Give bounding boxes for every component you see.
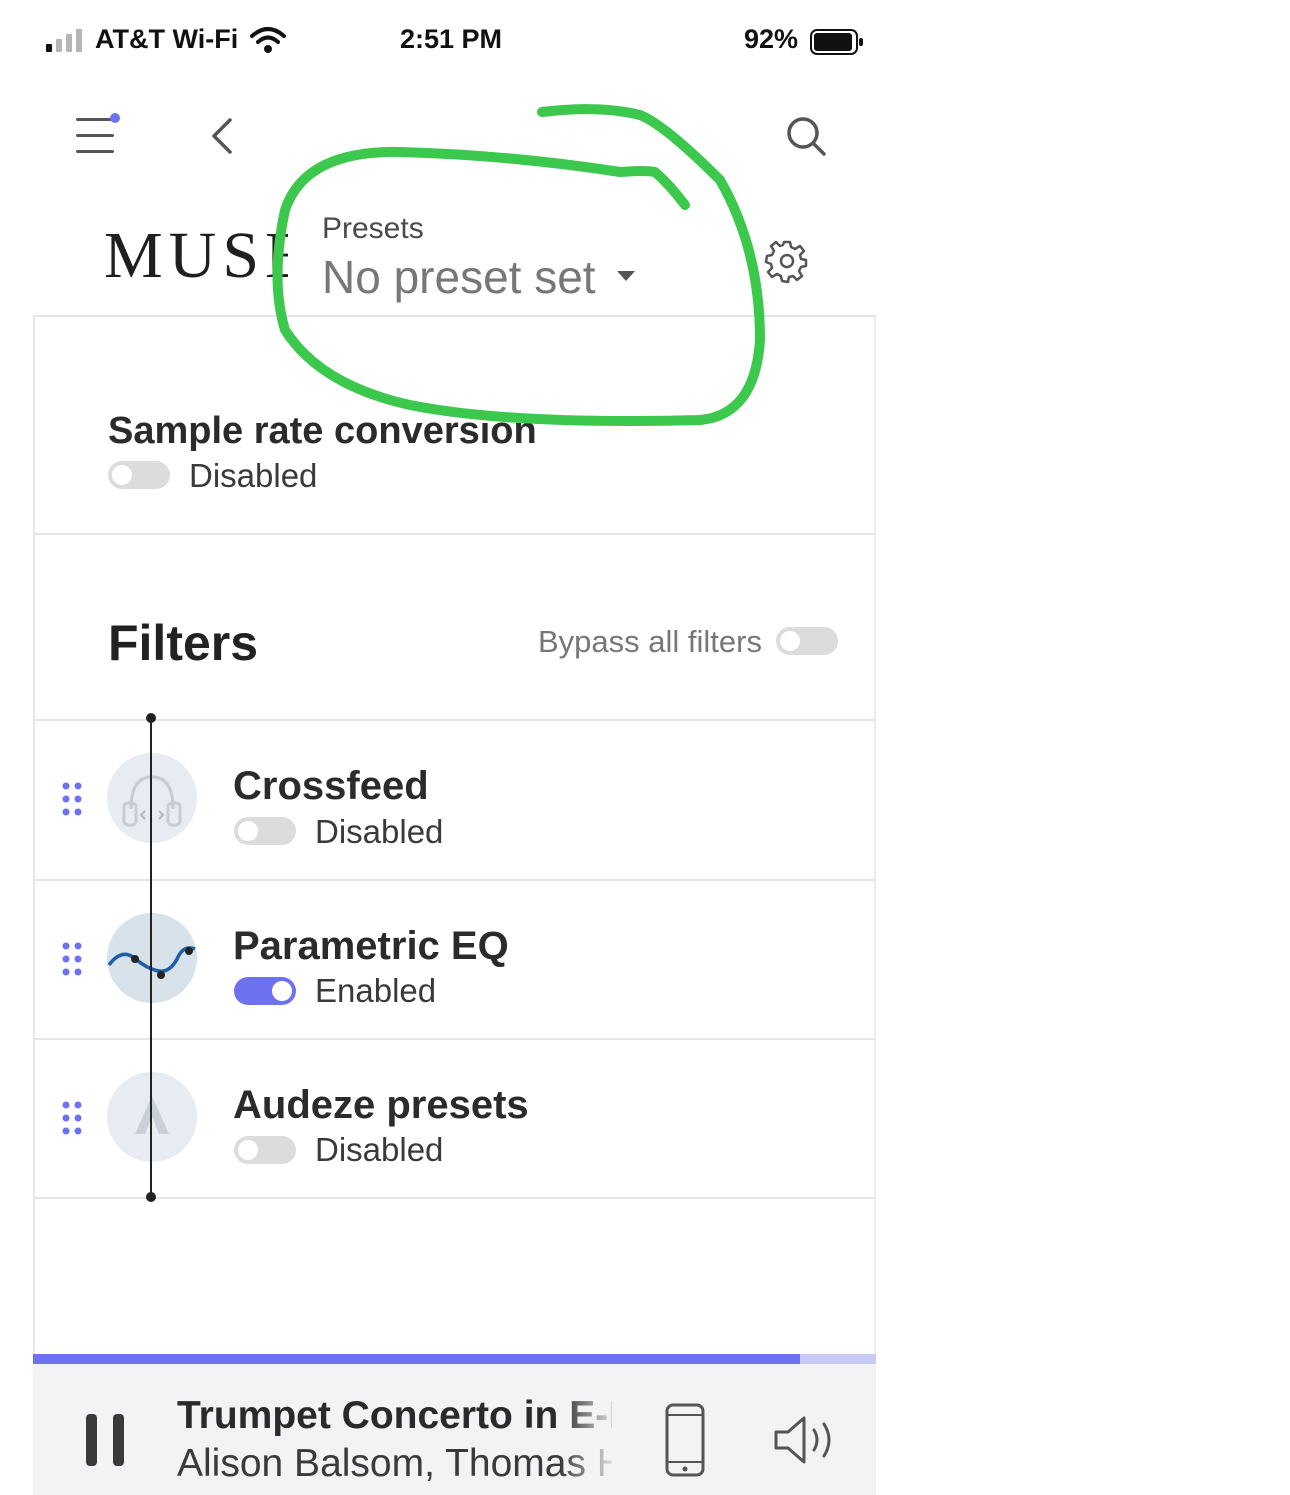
eq-curve-icon: [107, 913, 197, 1003]
volume-button[interactable]: [772, 1412, 844, 1468]
text-fade-overlay: [560, 1390, 620, 1490]
section-divider: [35, 719, 875, 721]
filter-chain-line: [150, 718, 152, 1198]
brand-logo: MUSE: [104, 219, 312, 292]
frame-edge-left: [33, 316, 35, 1356]
row-divider: [35, 879, 875, 881]
drag-handle-icon[interactable]: [62, 1101, 82, 1135]
filter-toggle[interactable]: [234, 1136, 296, 1164]
filter-name: Crossfeed: [233, 764, 429, 808]
header-divider: [33, 315, 876, 317]
chevron-left-icon: [212, 118, 232, 154]
filter-status: Disabled: [315, 1131, 444, 1168]
drag-handle-icon[interactable]: [62, 782, 82, 816]
headphones-icon: [107, 753, 197, 843]
filter-status: Enabled: [315, 972, 437, 1009]
pause-icon: [86, 1414, 124, 1466]
bypass-filters-toggle[interactable]: [776, 627, 838, 655]
section-divider: [35, 533, 875, 535]
filter-name: Parametric EQ: [233, 924, 509, 968]
caret-down-icon[interactable]: [614, 268, 638, 284]
clock: 2:51 PM: [400, 24, 503, 54]
timeline-end-dot: [146, 1192, 156, 1202]
sample-rate-title: Sample rate conversion: [108, 410, 537, 452]
audeze-logo-icon: [107, 1072, 197, 1162]
battery-icon: [810, 29, 863, 55]
presets-selected-value[interactable]: No preset set: [322, 250, 596, 304]
speaker-volume-icon: [774, 1416, 831, 1464]
bypass-filters-label: Bypass all filters: [538, 624, 762, 659]
toggle-knob: [780, 631, 800, 651]
track-artist[interactable]: Alison Balsom, Thomas Hengelbrock: [177, 1442, 612, 1486]
back-button[interactable]: [202, 112, 242, 160]
toggle-knob: [272, 981, 292, 1001]
search-button[interactable]: [782, 112, 830, 160]
track-title[interactable]: Trumpet Concerto in E-Flat: [177, 1394, 612, 1438]
search-icon: [787, 117, 826, 156]
gear-icon: [764, 240, 808, 284]
filters-title: Filters: [108, 615, 259, 671]
toggle-knob: [238, 821, 258, 841]
filter-toggle[interactable]: [234, 977, 296, 1005]
phone-icon: [665, 1403, 705, 1477]
carrier-name: AT&T Wi-Fi: [95, 24, 239, 54]
settings-button[interactable]: [764, 238, 810, 284]
toggle-knob: [238, 1140, 258, 1160]
output-device-button[interactable]: [664, 1402, 706, 1478]
hamburger-menu-icon: [76, 113, 120, 153]
filter-name: Audeze presets: [233, 1083, 529, 1127]
frame-edge-right: [874, 316, 876, 1356]
sample-rate-toggle[interactable]: [108, 461, 170, 489]
playback-progress[interactable]: [33, 1354, 876, 1364]
drag-handle-icon[interactable]: [62, 942, 82, 976]
filter-status: Disabled: [315, 813, 444, 850]
presets-label: Presets: [322, 212, 424, 245]
sample-rate-status: Disabled: [189, 457, 318, 494]
pause-button[interactable]: [84, 1412, 128, 1468]
menu-button[interactable]: [72, 112, 124, 158]
toggle-knob: [112, 465, 132, 485]
wifi-icon: [250, 27, 286, 53]
filter-toggle[interactable]: [234, 817, 296, 845]
battery-percentage: 92%: [744, 24, 799, 54]
status-bar: AT&T Wi-Fi 2:51 PM 92%: [0, 0, 880, 84]
cellular-signal-icon: [46, 29, 82, 52]
playback-progress-fill: [33, 1354, 801, 1364]
row-divider: [35, 1038, 875, 1040]
row-divider: [35, 1197, 875, 1199]
